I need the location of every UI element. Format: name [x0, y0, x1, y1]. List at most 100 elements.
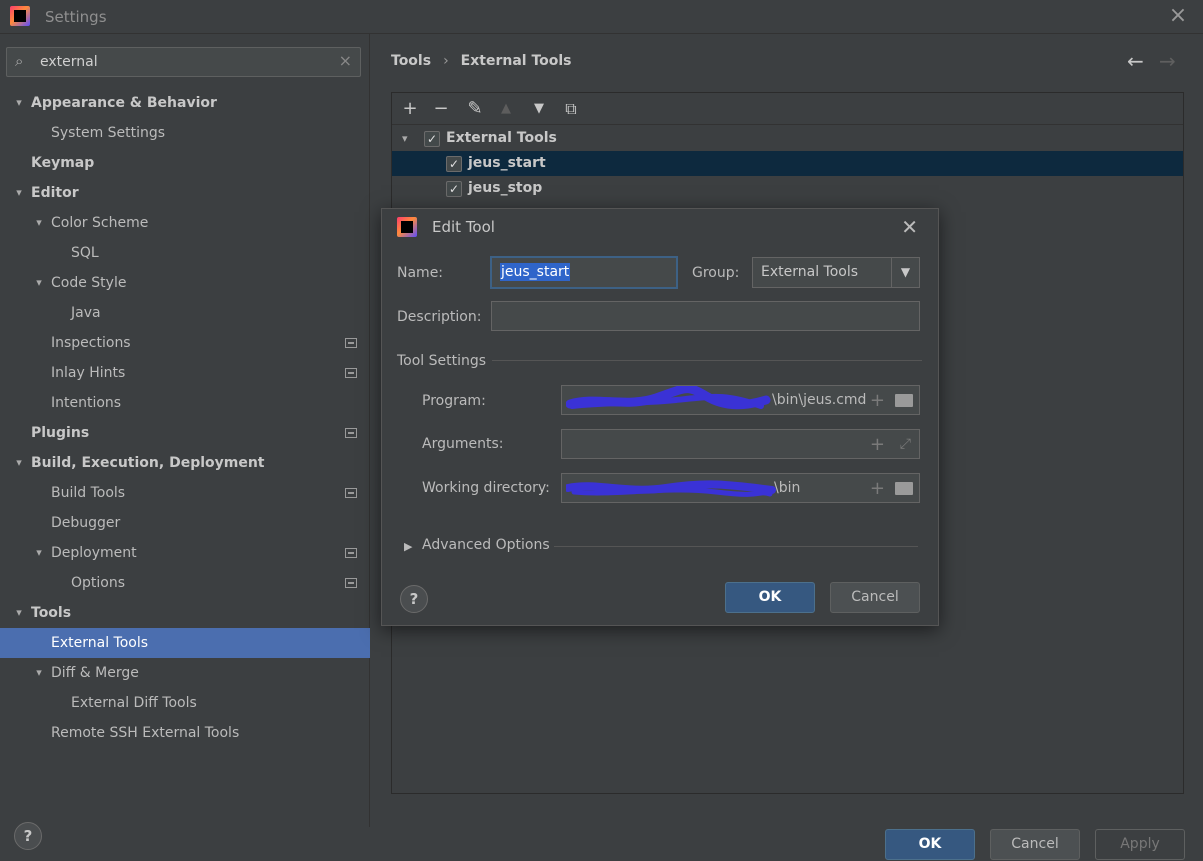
settings-sidebar: ⌕ × ▾ Appearance & Behavior System Setting…	[0, 34, 370, 827]
search-box[interactable]: ⌕ ×	[6, 47, 361, 77]
sidebar-item-system-settings[interactable]: System Settings	[0, 118, 370, 148]
settings-tree: ▾ Appearance & Behavior System Settings Key…	[0, 88, 370, 748]
tool-checkbox[interactable]: ✓	[446, 181, 462, 197]
search-input[interactable]	[40, 53, 330, 71]
redaction-scribble	[566, 386, 771, 410]
sidebar-item-external-diff-tools[interactable]: External Diff Tools	[0, 688, 370, 718]
forward-arrow-icon[interactable]: →	[1159, 49, 1176, 73]
sidebar-item-intentions[interactable]: Intentions	[0, 388, 370, 418]
chevron-down-icon[interactable]: ▾	[32, 268, 46, 298]
chevron-down-icon[interactable]: ▾	[402, 126, 408, 151]
add-icon[interactable]: +	[398, 97, 422, 121]
add-macro-icon[interactable]: +	[870, 478, 885, 499]
name-field[interactable]: jeus_start	[490, 256, 678, 289]
sidebar-item-label: Plugins	[31, 425, 90, 441]
cancel-button[interactable]: Cancel	[990, 829, 1080, 860]
sidebar-item-build-execution-deployment[interactable]: ▾ Build, Execution, Deployment	[0, 448, 370, 478]
tool-row-jeus-stop[interactable]: ✓ jeus_stop	[392, 176, 1183, 201]
sidebar-item-appearance-behavior[interactable]: ▾ Appearance & Behavior	[0, 88, 370, 118]
dialog-ok-button[interactable]: OK	[725, 582, 815, 613]
tools-group-row[interactable]: ▾ ✓ External Tools	[392, 126, 1183, 151]
working-directory-label: Working directory:	[422, 480, 550, 496]
sidebar-item-label: Color Scheme	[51, 215, 149, 231]
chevron-down-icon[interactable]: ▾	[12, 178, 26, 208]
sidebar-item-plugins[interactable]: Plugins	[0, 418, 370, 448]
arguments-field[interactable]: + ⤢	[561, 429, 920, 459]
tools-tree: ▾ ✓ External Tools ✓ jeus_start ✓ jeus_s…	[392, 126, 1183, 201]
folder-icon[interactable]	[895, 482, 913, 495]
tool-checkbox[interactable]: ✓	[446, 156, 462, 172]
intellij-logo-icon	[397, 217, 417, 237]
sidebar-item-editor[interactable]: ▾ Editor	[0, 178, 370, 208]
sidebar-item-options[interactable]: Options	[0, 568, 370, 598]
chevron-right-icon[interactable]: ▶	[404, 540, 412, 553]
help-button[interactable]: ?	[400, 585, 428, 613]
sidebar-item-sql[interactable]: SQL	[0, 238, 370, 268]
sidebar-item-label: Inlay Hints	[51, 365, 126, 381]
sidebar-item-inlay-hints[interactable]: Inlay Hints	[0, 358, 370, 388]
add-macro-icon[interactable]: +	[870, 390, 885, 411]
group-label: Group:	[692, 265, 740, 281]
help-button[interactable]: ?	[14, 822, 42, 850]
sidebar-item-deployment[interactable]: ▾ Deployment	[0, 538, 370, 568]
group-checkbox[interactable]: ✓	[424, 131, 440, 147]
title-bar: Settings ×	[0, 0, 1203, 34]
tool-settings-label: Tool Settings	[397, 353, 487, 369]
sidebar-item-external-tools[interactable]: External Tools	[0, 628, 370, 658]
chevron-down-icon[interactable]: ▾	[12, 598, 26, 628]
sidebar-item-diff-merge[interactable]: ▾ Diff & Merge	[0, 658, 370, 688]
expand-icon[interactable]: ⤢	[900, 436, 911, 452]
chevron-down-icon[interactable]: ▾	[32, 538, 46, 568]
clear-icon[interactable]: ×	[339, 51, 352, 70]
advanced-options-label[interactable]: Advanced Options	[422, 537, 550, 553]
sidebar-item-inspections[interactable]: Inspections	[0, 328, 370, 358]
apply-button[interactable]: Apply	[1095, 829, 1185, 860]
copy-icon[interactable]: ⧉	[559, 97, 583, 121]
window-title: Settings	[45, 8, 107, 26]
remove-icon[interactable]: −	[429, 97, 453, 121]
sidebar-item-code-style[interactable]: ▾ Code Style	[0, 268, 370, 298]
program-field[interactable]: \bin\jeus.cmd +	[561, 385, 920, 415]
tool-label: jeus_stop	[468, 180, 543, 196]
sidebar-item-label: Java	[71, 305, 101, 321]
tool-row-jeus-start[interactable]: ✓ jeus_start	[392, 151, 1183, 176]
project-settings-icon	[345, 488, 357, 498]
chevron-down-icon[interactable]: ▼	[891, 258, 919, 287]
edit-icon[interactable]: ✎	[463, 97, 487, 121]
project-settings-icon	[345, 548, 357, 558]
working-directory-field[interactable]: \bin +	[561, 473, 920, 503]
chevron-down-icon[interactable]: ▾	[32, 208, 46, 238]
ok-button[interactable]: OK	[885, 829, 975, 860]
breadcrumb-external-tools: External Tools	[460, 53, 572, 69]
sidebar-item-label: External Diff Tools	[71, 695, 197, 711]
redaction-scribble	[566, 480, 776, 497]
sidebar-item-label: Keymap	[31, 155, 95, 171]
sidebar-item-label: Editor	[31, 185, 79, 201]
group-combo[interactable]: External Tools ▼	[752, 257, 920, 288]
edit-tool-dialog: Edit Tool ✕ Name: jeus_start Group: Exte…	[381, 208, 939, 626]
chevron-down-icon[interactable]: ▾	[32, 658, 46, 688]
sidebar-item-color-scheme[interactable]: ▾ Color Scheme	[0, 208, 370, 238]
sidebar-item-build-tools[interactable]: Build Tools	[0, 478, 370, 508]
sidebar-item-debugger[interactable]: Debugger	[0, 508, 370, 538]
sidebar-item-tools[interactable]: ▾ Tools	[0, 598, 370, 628]
description-field[interactable]	[491, 301, 920, 331]
sidebar-item-label: Appearance & Behavior	[31, 95, 217, 111]
sidebar-item-keymap[interactable]: Keymap	[0, 148, 370, 178]
back-arrow-icon[interactable]: ←	[1127, 49, 1144, 73]
dialog-title: Edit Tool	[432, 218, 495, 236]
move-up-icon[interactable]: ▲	[494, 97, 518, 121]
breadcrumb-tools[interactable]: Tools	[391, 53, 431, 69]
close-icon[interactable]: ✕	[901, 215, 918, 239]
breadcrumb-separator: ›	[443, 53, 449, 69]
chevron-down-icon[interactable]: ▾	[12, 88, 26, 118]
sidebar-item-remote-ssh-external-tools[interactable]: Remote SSH External Tools	[0, 718, 370, 748]
sidebar-item-label: Deployment	[51, 545, 137, 561]
folder-icon[interactable]	[895, 394, 913, 407]
close-icon[interactable]: ×	[1167, 5, 1189, 27]
move-down-icon[interactable]: ▼	[527, 97, 551, 121]
dialog-cancel-button[interactable]: Cancel	[830, 582, 920, 613]
sidebar-item-java[interactable]: Java	[0, 298, 370, 328]
add-macro-icon[interactable]: +	[870, 434, 885, 455]
chevron-down-icon[interactable]: ▾	[12, 448, 26, 478]
